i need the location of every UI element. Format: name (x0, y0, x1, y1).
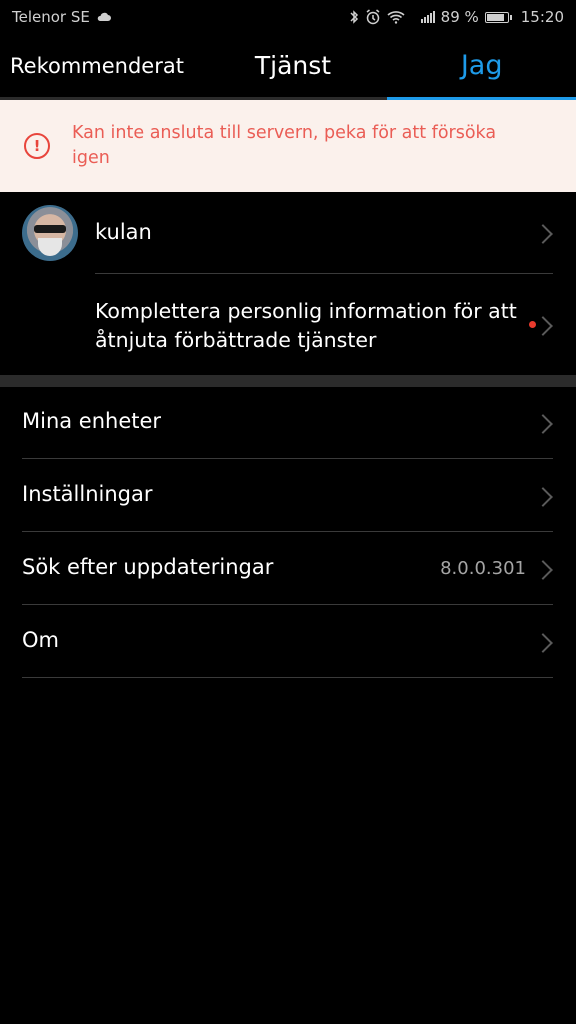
divider (95, 273, 553, 274)
divider (22, 677, 553, 678)
divider (22, 604, 553, 605)
carrier-name: Telenor SE (12, 8, 90, 26)
menu-item-updates[interactable]: Sök efter uppdateringar 8.0.0.301 (0, 533, 576, 605)
app-screen: Telenor SE 89 % 15:20 Rekommenderat Tjän… (0, 0, 576, 1024)
tab-me[interactable]: Jag (387, 34, 576, 100)
bluetooth-icon (349, 9, 359, 25)
battery-icon (484, 11, 512, 23)
alarm-icon (365, 9, 381, 25)
menu-item-label: Om (22, 628, 59, 652)
profile-row[interactable]: kulan (0, 192, 576, 274)
status-bar-left: Telenor SE (12, 8, 112, 26)
chevron-right-icon (533, 487, 553, 507)
section-separator (0, 375, 576, 387)
divider (22, 458, 553, 459)
complete-profile-row[interactable]: Komplettera personlig information för at… (0, 275, 576, 375)
menu-item-label: Inställningar (22, 482, 153, 506)
menu-item-devices[interactable]: Mina enheter (0, 387, 576, 459)
chevron-right-icon (533, 316, 553, 336)
menu-item-label: Mina enheter (22, 409, 162, 433)
error-message: Kan inte ansluta till servern, peka för … (72, 123, 497, 168)
menu-item-about[interactable]: Om (0, 606, 576, 678)
wifi-icon (387, 10, 405, 24)
status-bar: Telenor SE 89 % 15:20 (0, 0, 576, 34)
avatar (22, 205, 78, 261)
chevron-right-icon (533, 633, 553, 653)
tab-recommended[interactable]: Rekommenderat (0, 34, 199, 97)
alert-circle-icon: ! (24, 133, 50, 159)
clock: 15:20 (520, 8, 564, 26)
battery-percent: 89 % (440, 8, 479, 26)
tab-bar: Rekommenderat Tjänst Jag (0, 34, 576, 100)
avatar-glasses (34, 225, 66, 233)
divider (22, 531, 553, 532)
battery-fill (486, 13, 504, 21)
cloud-icon (96, 12, 112, 22)
complete-profile-text: Komplettera personlig information för at… (95, 299, 517, 352)
connection-error-banner[interactable]: ! Kan inte ansluta till servern, peka fö… (0, 100, 576, 192)
chevron-right-icon (533, 414, 553, 434)
tab-service[interactable]: Tjänst (199, 34, 388, 97)
username: kulan (95, 220, 152, 244)
signal-icon (420, 11, 435, 23)
menu-item-label: Sök efter uppdateringar (22, 555, 274, 579)
status-bar-right: 89 % 15:20 (349, 8, 564, 26)
menu-item-settings[interactable]: Inställningar (0, 460, 576, 532)
chevron-right-icon (533, 560, 553, 580)
chevron-right-icon (533, 224, 553, 244)
avatar-beard (38, 238, 62, 256)
version-number: 8.0.0.301 (440, 558, 526, 579)
